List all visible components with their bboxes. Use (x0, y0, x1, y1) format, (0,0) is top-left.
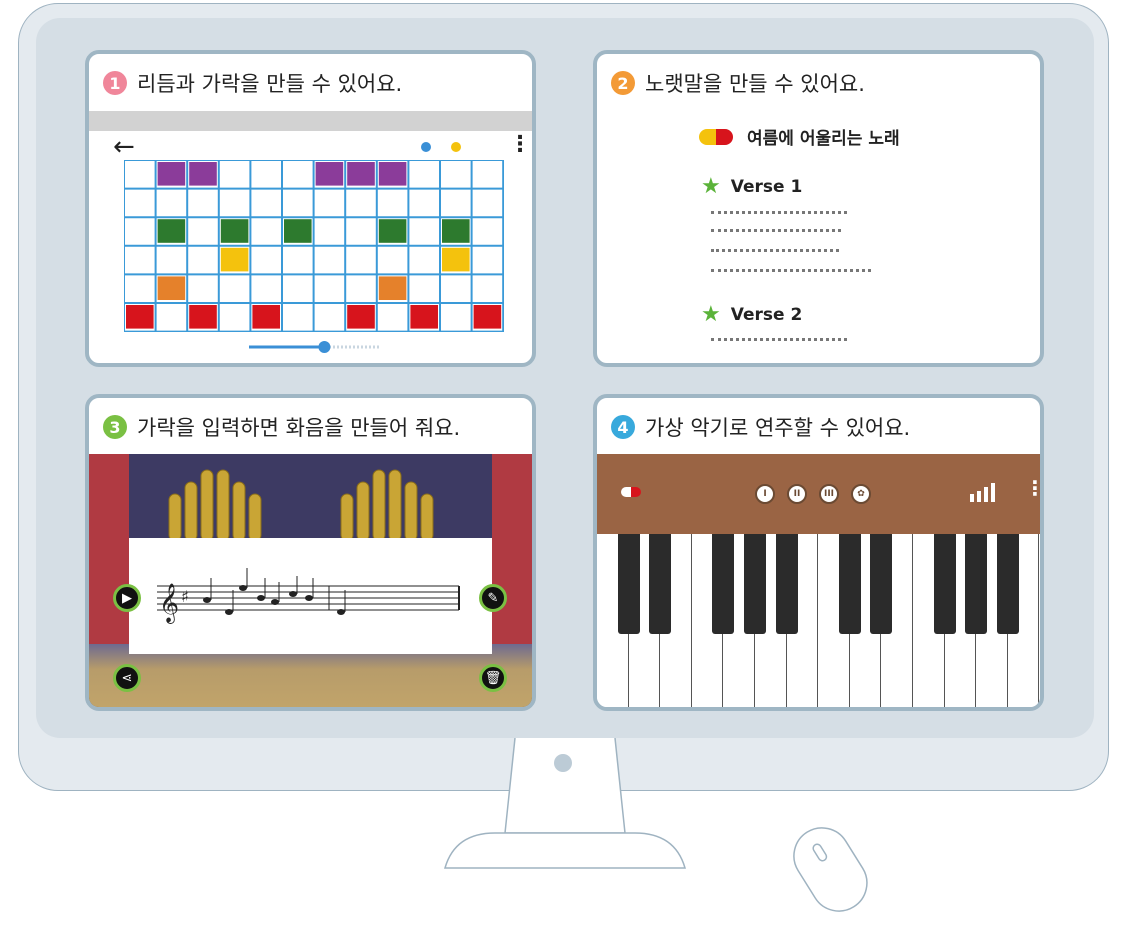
note-cell[interactable] (189, 305, 217, 329)
mode-1-button[interactable]: I (755, 484, 775, 504)
play-button[interactable]: ▶ (113, 584, 141, 612)
note-cell[interactable] (126, 305, 154, 329)
black-key[interactable] (933, 534, 956, 634)
note-cell[interactable] (442, 247, 470, 272)
panel-caption: 1 리듬과 가락을 만들 수 있어요. (103, 68, 402, 98)
note-cell[interactable] (157, 276, 186, 300)
pill-icon[interactable] (621, 487, 641, 497)
panel-rhythm-melody: 1 리듬과 가락을 만들 수 있어요. ← ⋮ (85, 50, 536, 367)
tempo-slider[interactable] (249, 340, 379, 354)
note-cell[interactable] (410, 305, 438, 329)
lyric-line (711, 338, 847, 342)
verse-label: Verse 2 (730, 304, 803, 325)
sheet-music: 𝄞 ♯ (129, 538, 492, 654)
edit-pencil-button[interactable]: ✎ (479, 584, 507, 612)
panel-lyrics: 2 노랫말을 만들 수 있어요. 여름에 어울리는 노래 ★ Verse 1 ★… (593, 50, 1044, 367)
note-cell[interactable] (378, 162, 407, 186)
delete-trash-button[interactable]: 🗑 (479, 664, 507, 692)
song-title: 여름에 어울리는 노래 (699, 124, 900, 149)
black-key[interactable] (712, 534, 735, 634)
panel-virtual-instrument: 4 가상 악기로 연주할 수 있어요. I II III ✿ ⋮ (593, 394, 1044, 711)
note-cell[interactable] (157, 162, 186, 186)
app-status-bar (89, 111, 532, 131)
black-key[interactable] (617, 534, 640, 634)
left-curtain (89, 454, 129, 644)
note-cell[interactable] (378, 276, 407, 300)
note-cell[interactable] (347, 305, 375, 329)
mode-3-button[interactable]: III (819, 484, 839, 504)
svg-text:𝄞: 𝄞 (159, 583, 179, 624)
black-key[interactable] (649, 534, 672, 634)
more-options-icon[interactable]: ⋮ (509, 134, 531, 156)
mode-2-button[interactable]: II (787, 484, 807, 504)
star-icon: ★ (701, 174, 721, 199)
verse-heading: ★ Verse 1 (701, 174, 802, 199)
note-cell[interactable] (284, 219, 312, 243)
more-options-icon[interactable]: ⋮ (1025, 476, 1040, 500)
back-arrow-icon[interactable]: ← (113, 132, 135, 162)
black-key[interactable] (838, 534, 861, 634)
star-icon: ★ (701, 302, 721, 327)
black-key[interactable] (996, 534, 1019, 634)
yellow-dot-icon[interactable] (451, 142, 461, 152)
lyric-line (711, 269, 871, 273)
verse-label: Verse 1 (730, 176, 803, 197)
black-key[interactable] (744, 534, 766, 634)
computer-mouse-illustration (793, 827, 868, 912)
black-key[interactable] (870, 534, 893, 634)
panel-number-badge: 2 (611, 71, 635, 95)
note-cell[interactable] (473, 305, 502, 329)
piano-control-bar: I II III ✿ ⋮ (597, 454, 1040, 534)
power-indicator (554, 754, 572, 772)
panel-caption-text: 노랫말을 만들 수 있어요. (645, 72, 865, 96)
panel-harmony: 3 가락을 입력하면 화음을 만들어 줘요. 𝄞 ♯ ▶ ✎ ⋖ 🗑 (85, 394, 536, 711)
note-cell[interactable] (347, 162, 375, 186)
black-key[interactable] (965, 534, 988, 634)
right-curtain (492, 454, 532, 644)
note-cell[interactable] (220, 247, 249, 272)
volume-bars-icon[interactable] (970, 482, 1002, 502)
black-key[interactable] (775, 534, 798, 634)
panel-caption-text: 가상 악기로 연주할 수 있어요. (645, 416, 911, 440)
music-staff: 𝄞 ♯ (157, 568, 460, 624)
blue-dot-icon[interactable] (421, 142, 431, 152)
note-cell[interactable] (157, 219, 186, 243)
settings-gear-button[interactable]: ✿ (851, 484, 871, 504)
panel-caption: 2 노랫말을 만들 수 있어요. (611, 68, 865, 98)
organ-pipes-illustration (168, 469, 434, 541)
panel-number-badge: 4 (611, 415, 635, 439)
note-cell[interactable] (315, 162, 344, 186)
note-cell[interactable] (252, 305, 280, 329)
share-button[interactable]: ⋖ (113, 664, 141, 692)
note-cell[interactable] (378, 219, 407, 243)
panel-caption: 4 가상 악기로 연주할 수 있어요. (611, 412, 910, 442)
panel-number-badge: 1 (103, 71, 127, 95)
lyric-line (711, 211, 847, 215)
pill-icon (699, 128, 733, 145)
song-title-text: 여름에 어울리는 노래 (747, 129, 900, 149)
piano-keyboard[interactable] (597, 534, 1040, 707)
panel-number-badge: 3 (103, 415, 127, 439)
lyric-line (711, 249, 839, 253)
concert-stage: 𝄞 ♯ ▶ ✎ ⋖ 🗑 (89, 454, 532, 707)
rhythm-grid[interactable] (124, 160, 504, 332)
panel-caption-text: 리듬과 가락을 만들 수 있어요. (137, 72, 403, 96)
note-cell[interactable] (442, 219, 470, 243)
panel-caption: 3 가락을 입력하면 화음을 만들어 줘요. (103, 412, 460, 442)
verse-heading: ★ Verse 2 (701, 302, 802, 327)
lyric-line (711, 229, 841, 233)
note-cell[interactable] (220, 219, 249, 243)
svg-text:♯: ♯ (181, 587, 189, 606)
panel-caption-text: 가락을 입력하면 화음을 만들어 줘요. (137, 416, 461, 440)
note-cell[interactable] (189, 162, 217, 186)
